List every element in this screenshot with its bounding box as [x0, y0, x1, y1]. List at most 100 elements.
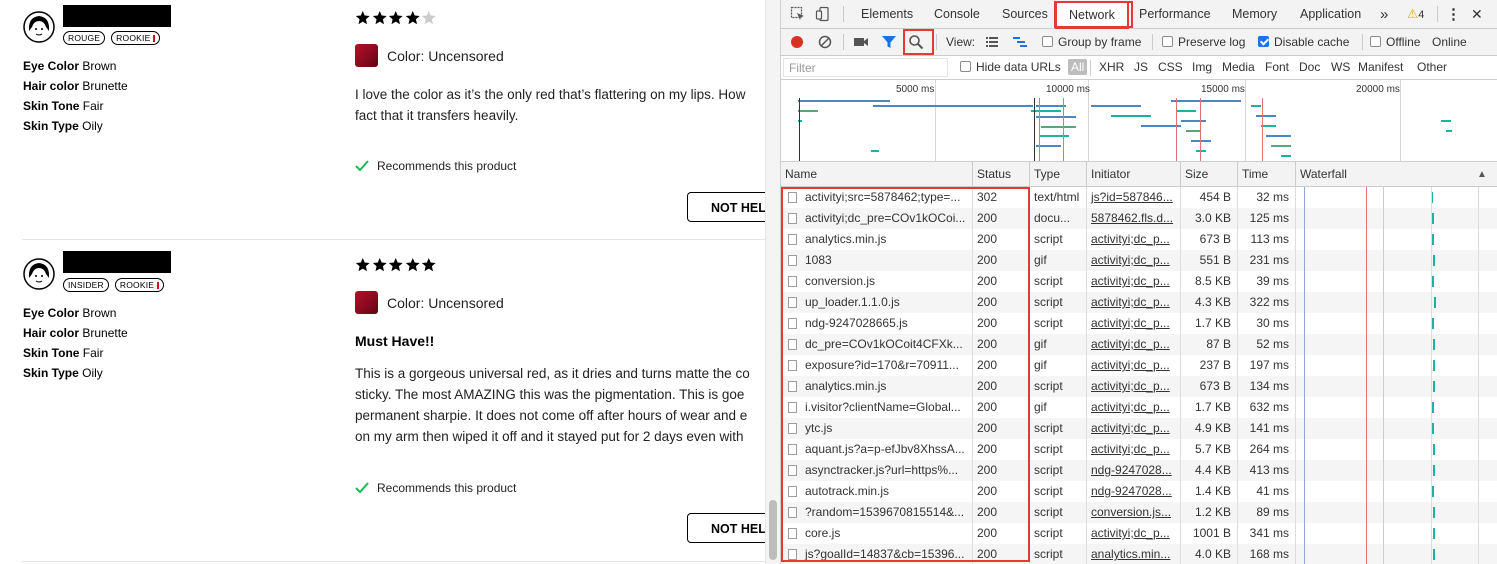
cell-initiator[interactable]: activityi;dc_p...	[1087, 334, 1181, 355]
waterfall-guide-line	[1304, 187, 1305, 564]
column-waterfall[interactable]: Waterfall	[1296, 162, 1497, 187]
cell-type: docu...	[1030, 208, 1087, 229]
type-filter-manifest[interactable]: Manifest	[1358, 60, 1403, 74]
overview-request-bar	[798, 110, 818, 112]
type-filter-font[interactable]: Font	[1265, 60, 1289, 74]
cell-status: 200	[973, 376, 1030, 397]
tab-performance[interactable]: Performance	[1139, 0, 1211, 28]
cell-initiator[interactable]: activityi;dc_p...	[1087, 292, 1181, 313]
table-row[interactable]: up_loader.1.1.0.js 200 script activityi;dc_…	[781, 292, 1497, 313]
cell-initiator[interactable]: analytics.min...	[1087, 544, 1181, 564]
table-row[interactable]: exposure?id=170&r=70911... 200 gif activity…	[781, 355, 1497, 376]
cell-initiator[interactable]: activityi;dc_p...	[1087, 250, 1181, 271]
type-filter-js[interactable]: JS	[1134, 60, 1148, 74]
hide-data-urls-checkbox[interactable]: Hide data URLs	[960, 60, 1061, 74]
cell-size: 3.0 KB	[1181, 208, 1238, 229]
large-rows-icon[interactable]	[984, 34, 1000, 50]
type-filter-doc[interactable]: Doc	[1299, 60, 1320, 74]
table-row[interactable]: autotrack.min.js 200 script ndg-9247028... 1…	[781, 481, 1497, 502]
table-row[interactable]: asynctracker.js?url=https%... 200 script nd…	[781, 460, 1497, 481]
waterfall-bar	[1432, 318, 1434, 329]
column-name[interactable]: Name	[781, 162, 973, 187]
cell-name: i.visitor?clientName=Global...	[781, 397, 973, 418]
capture-screenshots-icon[interactable]	[853, 34, 869, 50]
table-row[interactable]: ?random=1539670815514&... 200 script conver…	[781, 502, 1497, 523]
file-icon	[788, 423, 797, 434]
cell-waterfall	[1296, 313, 1497, 334]
cell-initiator[interactable]: activityi;dc_p...	[1087, 397, 1181, 418]
cell-initiator[interactable]: activityi;dc_p...	[1087, 523, 1181, 544]
not-helpful-button[interactable]: NOT HEL	[687, 513, 765, 543]
table-row[interactable]: activityi;dc_pre=COv1kOCoi... 200 docu... 5…	[781, 208, 1497, 229]
cell-initiator[interactable]: ndg-9247028...	[1087, 460, 1181, 481]
tab-elements[interactable]: Elements	[861, 0, 913, 28]
tab-console[interactable]: Console	[934, 0, 980, 28]
table-row[interactable]: i.visitor?clientName=Global... 200 gif acti…	[781, 397, 1497, 418]
search-icon[interactable]	[908, 34, 924, 50]
type-filter-media[interactable]: Media	[1222, 60, 1255, 74]
table-row[interactable]: analytics.min.js 200 script activityi;dc_p.…	[781, 229, 1497, 250]
column-initiator[interactable]: Initiator	[1087, 162, 1181, 187]
table-row[interactable]: core.js 200 script activityi;dc_p... 1001 B3…	[781, 523, 1497, 544]
warnings-counter[interactable]: ⚠4	[1407, 0, 1424, 28]
tab-memory[interactable]: Memory	[1232, 0, 1277, 28]
type-filter-img[interactable]: Img	[1192, 60, 1212, 74]
cell-initiator[interactable]: activityi;dc_p...	[1087, 355, 1181, 376]
type-filter-ws[interactable]: WS	[1331, 60, 1350, 74]
column-time[interactable]: Time	[1238, 162, 1296, 187]
column-size[interactable]: Size	[1181, 162, 1238, 187]
more-tabs-button[interactable]: »	[1380, 0, 1388, 28]
disable-cache-checkbox[interactable]: Disable cache	[1258, 35, 1349, 49]
table-row[interactable]: ndg-9247028665.js 200 script activityi;dc_p…	[781, 313, 1497, 334]
cell-initiator[interactable]: activityi;dc_p...	[1087, 229, 1181, 250]
star-filled-icon	[388, 10, 403, 25]
type-filter-other[interactable]: Other	[1417, 60, 1447, 74]
table-row[interactable]: ytc.js 200 script activityi;dc_p... 4.9 KB 14…	[781, 418, 1497, 439]
column-type[interactable]: Type	[1030, 162, 1087, 187]
table-row[interactable]: analytics.min.js 200 script activityi;dc_p.…	[781, 376, 1497, 397]
scrollbar-thumb[interactable]	[769, 500, 777, 560]
table-row[interactable]: activityi;src=5878462;type=... 302 text/ht…	[781, 187, 1497, 208]
cell-initiator[interactable]: activityi;dc_p...	[1087, 313, 1181, 334]
waterfall-view-icon[interactable]	[1012, 34, 1028, 50]
filter-icon[interactable]	[881, 34, 897, 50]
table-row[interactable]: js?goalId=14837&cb=15396... 200 script anal…	[781, 544, 1497, 564]
group-by-frame-checkbox[interactable]: Group by frame	[1042, 35, 1141, 49]
cell-time: 168 ms	[1238, 544, 1296, 564]
cell-initiator[interactable]: 5878462.fls.d...	[1087, 208, 1181, 229]
preserve-log-checkbox[interactable]: Preserve log	[1162, 35, 1245, 49]
cell-initiator[interactable]: js?id=587846...	[1087, 187, 1181, 208]
filter-input[interactable]: Filter	[783, 58, 948, 77]
network-requests-table: Name Status Type Initiator Size Time Wat…	[781, 162, 1497, 564]
type-filter-css[interactable]: CSS	[1158, 60, 1183, 74]
cell-initiator[interactable]: activityi;dc_p...	[1087, 439, 1181, 460]
column-status[interactable]: Status	[973, 162, 1030, 187]
kebab-menu-icon[interactable]: ⋮	[1446, 0, 1461, 28]
table-row[interactable]: dc_pre=COv1kOCoit4CFXk... 200 gif activityi…	[781, 334, 1497, 355]
cell-initiator[interactable]: ndg-9247028...	[1087, 481, 1181, 502]
type-filter-all[interactable]: All	[1068, 59, 1088, 75]
tab-sources[interactable]: Sources	[1002, 0, 1048, 28]
type-filter-xhr[interactable]: XHR	[1099, 60, 1124, 74]
clear-icon[interactable]	[817, 34, 833, 50]
cell-initiator[interactable]: activityi;dc_p...	[1087, 271, 1181, 292]
table-row[interactable]: conversion.js 200 script activityi;dc_p... 8…	[781, 271, 1497, 292]
not-helpful-button[interactable]: NOT HEL	[687, 192, 765, 222]
cell-name: js?goalId=14837&cb=15396...	[781, 544, 973, 564]
cell-initiator[interactable]: activityi;dc_p...	[1087, 376, 1181, 397]
table-row[interactable]: 1083 200 gif activityi;dc_p... 551 B 231 ms	[781, 250, 1497, 271]
device-toolbar-icon[interactable]	[815, 6, 831, 22]
record-icon[interactable]	[789, 34, 805, 50]
sort-ascending-icon[interactable]: ▲	[1473, 162, 1493, 187]
network-overview-timeline[interactable]: 5000 ms 10000 ms 15000 ms 20000 ms	[781, 80, 1497, 162]
table-row[interactable]: aquant.js?a=p-efJbv8XhssA... 200 script act…	[781, 439, 1497, 460]
inspect-element-icon[interactable]	[790, 6, 806, 22]
close-icon[interactable]: ✕	[1471, 0, 1483, 28]
cell-initiator[interactable]: conversion.js...	[1087, 502, 1181, 523]
cell-initiator[interactable]: activityi;dc_p...	[1087, 418, 1181, 439]
offline-checkbox[interactable]: Offline	[1370, 35, 1420, 49]
tab-application[interactable]: Application	[1300, 0, 1361, 28]
tab-network[interactable]: Network	[1055, 1, 1129, 30]
throttling-select[interactable]: Online	[1432, 35, 1467, 49]
page-scrollbar[interactable]	[765, 0, 780, 564]
